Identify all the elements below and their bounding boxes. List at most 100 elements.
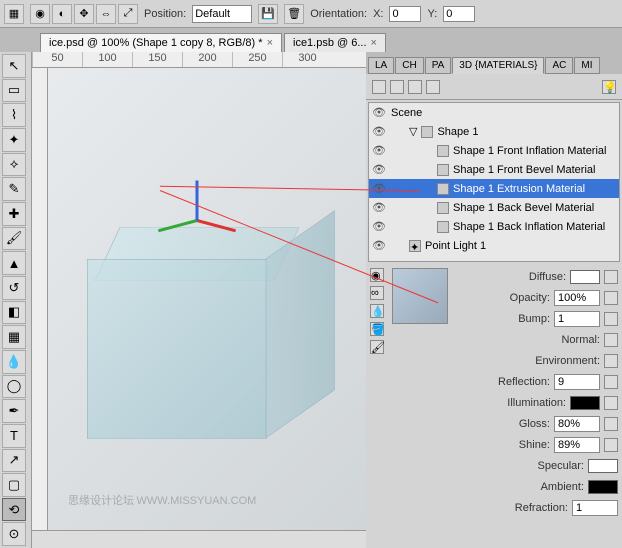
bucket-icon[interactable]: 🪣 (370, 322, 384, 336)
eye-icon[interactable]: 👁 (371, 163, 387, 176)
material-preview[interactable] (392, 268, 448, 324)
shine-input[interactable] (554, 437, 600, 453)
gradient-tool[interactable]: ▦ (2, 325, 26, 349)
shape-tool[interactable]: ▢ (2, 473, 26, 497)
tree-row-material-selected[interactable]: 👁 Shape 1 Extrusion Material (369, 179, 619, 198)
stamp-tool[interactable]: ▲ (2, 251, 26, 275)
specular-swatch[interactable] (588, 459, 618, 473)
eye-icon[interactable]: 👁 (371, 106, 387, 119)
path-tool[interactable]: ↗ (2, 449, 26, 473)
material-icon (437, 164, 449, 176)
scale-icon[interactable]: ⤢ (118, 4, 138, 24)
history-brush-tool[interactable]: ↺ (2, 276, 26, 300)
gizmo-y-axis[interactable] (158, 219, 197, 232)
marquee-tool[interactable]: ▭ (2, 79, 26, 103)
scene-tree[interactable]: 👁 Scene 👁 ▽ Shape 1 👁 Shape 1 Front Infl… (368, 102, 620, 262)
brush-icon[interactable]: 🖌 (370, 340, 384, 354)
specular-label: Specular: (538, 460, 584, 472)
texture-icon[interactable] (604, 375, 618, 389)
x-input[interactable] (389, 6, 421, 22)
texture-icon[interactable] (604, 333, 618, 347)
gloss-input[interactable] (554, 416, 600, 432)
texture-icon[interactable] (604, 312, 618, 326)
light-bulb-icon[interactable]: 💡 (602, 80, 616, 94)
gizmo-z-axis[interactable] (196, 181, 199, 221)
filter-material-icon[interactable] (408, 80, 422, 94)
tab-actions[interactable]: AC (545, 57, 573, 74)
gizmo-x-axis[interactable] (197, 219, 236, 232)
close-icon[interactable]: × (371, 37, 377, 49)
3d-camera-tool[interactable]: ⊙ (2, 522, 26, 546)
3d-gizmo[interactable] (157, 179, 237, 259)
texture-icon[interactable] (604, 438, 618, 452)
3d-rotate-tool[interactable]: ⟲ (2, 498, 26, 522)
ambient-swatch[interactable] (588, 480, 618, 494)
eyedropper-tool[interactable]: ✎ (2, 177, 26, 201)
tree-row-material[interactable]: 👁 Shape 1 Front Bevel Material (369, 160, 619, 179)
texture-icon[interactable] (604, 417, 618, 431)
tree-row-material[interactable]: 👁 Shape 1 Back Inflation Material (369, 217, 619, 236)
tab-mini[interactable]: MI (574, 57, 599, 74)
eye-icon[interactable]: 👁 (371, 201, 387, 214)
tab-3d-materials[interactable]: 3D {MATERIALS} (452, 57, 544, 74)
material-icon (437, 202, 449, 214)
tree-row-shape[interactable]: 👁 ▽ Shape 1 (369, 122, 619, 141)
tree-row-material[interactable]: 👁 Shape 1 Front Inflation Material (369, 141, 619, 160)
eraser-tool[interactable]: ◧ (2, 301, 26, 325)
rotate-icon[interactable]: ◉ (30, 4, 50, 24)
tree-row-scene[interactable]: 👁 Scene (369, 103, 619, 122)
crop-tool[interactable]: ⟡ (2, 153, 26, 177)
eye-icon[interactable]: 👁 (371, 144, 387, 157)
filter-mesh-icon[interactable] (390, 80, 404, 94)
ice-cube-3d[interactable] (77, 169, 337, 429)
mesh-icon (421, 126, 433, 138)
opacity-input[interactable] (554, 290, 600, 306)
dodge-tool[interactable]: ◯ (2, 375, 26, 399)
lasso-tool[interactable]: ⌇ (2, 103, 26, 127)
pen-tool[interactable]: ✒ (2, 399, 26, 423)
eye-icon[interactable]: 👁 (371, 125, 387, 138)
eye-icon[interactable]: 👁 (371, 239, 387, 252)
texture-icon[interactable] (604, 396, 618, 410)
save-icon[interactable]: 💾 (258, 4, 278, 24)
link-icon[interactable]: ∞ (370, 286, 384, 300)
tree-row-light[interactable]: 👁 ✦ Point Light 1 (369, 236, 619, 255)
texture-icon[interactable] (604, 270, 618, 284)
diffuse-swatch[interactable] (570, 270, 600, 284)
pan-icon[interactable]: ✥ (74, 4, 94, 24)
type-tool[interactable]: T (2, 424, 26, 448)
texture-icon[interactable] (604, 291, 618, 305)
tree-label: Shape 1 Front Inflation Material (453, 145, 606, 157)
delete-icon[interactable]: 🗑 (284, 4, 304, 24)
position-select[interactable] (192, 5, 252, 23)
tab-paths[interactable]: PA (425, 57, 452, 74)
close-icon[interactable]: × (267, 37, 273, 49)
tab-channels[interactable]: CH (395, 57, 423, 74)
wand-tool[interactable]: ✦ (2, 128, 26, 152)
drop-icon[interactable]: 💧 (370, 304, 384, 318)
document-tab-2[interactable]: ice1.psb @ 6... × (284, 33, 386, 52)
ps-menu-icon[interactable]: ▦ (4, 4, 24, 24)
move-tool[interactable]: ↖ (2, 54, 26, 78)
eye-icon[interactable]: 👁 (371, 220, 387, 233)
tree-row-material[interactable]: 👁 Shape 1 Back Bevel Material (369, 198, 619, 217)
tab-layers[interactable]: LA (368, 57, 394, 74)
texture-icon[interactable] (604, 354, 618, 368)
filter-scene-icon[interactable] (372, 80, 386, 94)
filter-light-icon[interactable] (426, 80, 440, 94)
ambient-label: Ambient: (541, 481, 584, 493)
roll-icon[interactable]: ◐ (52, 4, 72, 24)
canvas[interactable]: 思缘设计论坛 WWW.MISSYUAN.COM (48, 68, 366, 530)
bump-input[interactable] (554, 311, 600, 327)
reflection-input[interactable] (554, 374, 600, 390)
brush-tool[interactable]: 🖌 (2, 227, 26, 251)
sphere-icon[interactable]: ◉ (370, 268, 384, 282)
illumination-swatch[interactable] (570, 396, 600, 410)
refraction-input[interactable] (572, 500, 618, 516)
slide-icon[interactable]: ⇔ (96, 4, 116, 24)
document-tab-1[interactable]: ice.psd @ 100% (Shape 1 copy 8, RGB/8) *… (40, 33, 282, 52)
blur-tool[interactable]: 💧 (2, 350, 26, 374)
eye-icon[interactable]: 👁 (371, 182, 387, 195)
y-input[interactable] (443, 6, 475, 22)
heal-tool[interactable]: ✚ (2, 202, 26, 226)
